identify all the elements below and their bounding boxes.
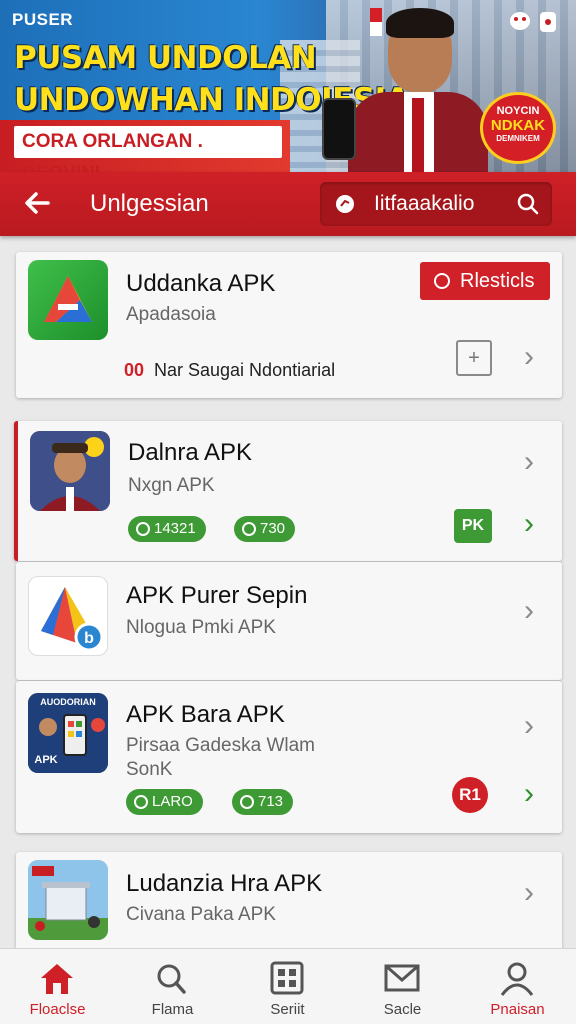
- app-card[interactable]: Dalnra APK Nxgn APK 14321 730 › PK ›: [14, 421, 562, 561]
- app-icon: [28, 260, 108, 340]
- stat-pill: 730: [234, 516, 296, 542]
- app-name[interactable]: APK Purer Sepin: [126, 582, 307, 610]
- app-subtitle: Pirsaa Gadeska Wlam: [126, 735, 316, 756]
- rating-badge: R1: [452, 777, 488, 813]
- tag-icon: [334, 193, 356, 215]
- app-subtitle: Apadasoia: [126, 304, 216, 325]
- person-image: [348, 6, 488, 172]
- arrow-left-icon: [25, 192, 50, 214]
- banner-label: PUSER: [12, 10, 74, 29]
- stat-pill: LARO: [126, 789, 203, 815]
- top-app-bar: Unlgessian Iitfaaakalio: [0, 172, 576, 236]
- svg-text:APK: APK: [34, 754, 57, 766]
- chevron-right-icon[interactable]: ›: [524, 509, 546, 539]
- nav-label: Seriit: [270, 1001, 305, 1018]
- home-icon: [37, 961, 77, 997]
- nav-label: Floaclse: [29, 1001, 86, 1018]
- app-name[interactable]: Uddanka APK: [126, 270, 275, 298]
- app-icon: [30, 431, 110, 511]
- phone-icon: [322, 98, 356, 160]
- chevron-right-icon[interactable]: ›: [524, 779, 546, 809]
- stat-pill: 713: [232, 789, 294, 815]
- search-icon: [152, 961, 192, 997]
- banner-subtitle: CORA ORLANGAN . DEOVINI: [14, 126, 282, 172]
- banner-badge: NOYCIN NDKAK DEMNIKEM: [480, 92, 556, 164]
- note-prefix: 00: [124, 360, 145, 380]
- banner-logo-icon: [508, 8, 560, 40]
- nav-item-grid[interactable]: Seriit: [230, 949, 345, 1024]
- nav-label: Flama: [151, 1001, 194, 1018]
- nav-item-home[interactable]: Floaclse: [0, 949, 115, 1024]
- app-icon: AUODORIAN APK: [28, 693, 108, 773]
- app-card[interactable]: Ludanzia Hra APK Civana Paka APK ›: [16, 852, 562, 962]
- page-title: Unlgessian: [90, 190, 209, 217]
- app-card[interactable]: AUODORIAN APK APK Bara APK Pirsaa Gadesk…: [16, 681, 562, 833]
- app-subtitle: Civana Paka APK: [126, 904, 276, 925]
- nav-item-profile[interactable]: Pnaisan: [460, 949, 575, 1024]
- nav-item-mail[interactable]: Sacle: [345, 949, 460, 1024]
- svg-text:b: b: [84, 630, 94, 647]
- banner-headline: PUSAM UNDOLAN: [14, 40, 317, 76]
- promo-banner[interactable]: PUSER PUSAM UNDOLAN UNDOWHAN INDOIESIA! …: [0, 0, 576, 172]
- back-button[interactable]: [22, 186, 58, 222]
- search-bar[interactable]: Iitfaaakalio: [320, 182, 552, 226]
- app-icon: b: [28, 576, 108, 656]
- app-name[interactable]: APK Bara APK: [126, 701, 285, 729]
- stat-pill: 14321: [128, 516, 206, 542]
- search-input[interactable]: Iitfaaakalio: [374, 192, 474, 216]
- user-icon: [497, 961, 537, 997]
- app-card[interactable]: b APK Purer Sepin Nlogua Pmki APK ›: [16, 562, 562, 680]
- download-icon[interactable]: +: [456, 340, 492, 376]
- grid-icon: [267, 961, 307, 997]
- app-name[interactable]: Ludanzia Hra APK: [126, 870, 322, 898]
- app-subtitle: Nlogua Pmki APK: [126, 617, 276, 638]
- bottom-navigation: Floaclse Flama Seriit Sacle Pnaisan: [0, 948, 576, 1024]
- pk-badge[interactable]: PK: [454, 509, 492, 543]
- chevron-right-icon[interactable]: ›: [524, 711, 546, 741]
- results-button[interactable]: Rlesticls: [420, 262, 550, 300]
- chevron-right-icon[interactable]: ›: [524, 878, 546, 908]
- nav-label: Pnaisan: [490, 1001, 545, 1018]
- search-icon[interactable]: [516, 192, 540, 216]
- svg-text:AUODORIAN: AUODORIAN: [40, 697, 96, 707]
- app-name[interactable]: Dalnra APK: [128, 439, 252, 467]
- chevron-right-icon[interactable]: ›: [524, 342, 546, 372]
- app-subtitle: Nxgn APK: [128, 475, 215, 496]
- app-subtitle: SonK: [126, 759, 173, 780]
- chevron-right-icon[interactable]: ›: [524, 447, 546, 477]
- app-note: Nar Saugai Ndontiarial: [154, 360, 336, 380]
- chevron-right-icon[interactable]: ›: [524, 596, 546, 626]
- nav-item-search[interactable]: Flama: [115, 949, 230, 1024]
- nav-label: Sacle: [383, 1001, 422, 1018]
- app-icon: [28, 860, 108, 940]
- app-card[interactable]: Uddanka APK Apadasoia Rlesticls 00 Nar S…: [16, 252, 562, 398]
- mail-icon: [382, 961, 422, 997]
